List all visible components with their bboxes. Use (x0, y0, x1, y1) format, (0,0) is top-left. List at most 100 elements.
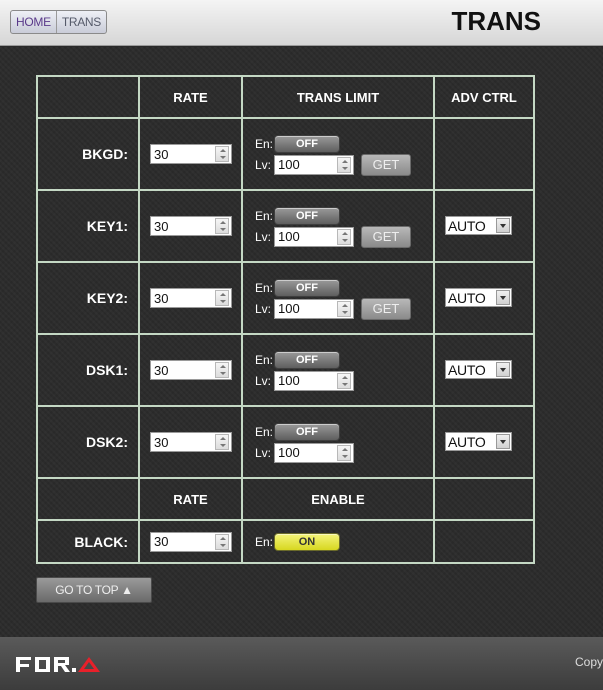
go-to-top-button[interactable]: GO TO TOP ▲ (36, 577, 152, 603)
row-label: DSK1: (36, 333, 140, 407)
enable-toggle[interactable]: OFF (274, 206, 340, 225)
lv-label: Lv: (255, 301, 272, 316)
spinner-arrows-icon[interactable] (215, 290, 229, 306)
adv-ctrl-cell (433, 117, 535, 191)
level-value: 100 (278, 445, 300, 460)
rate-spinner[interactable]: 30 (150, 288, 232, 308)
rate-spinner[interactable]: 30 (150, 531, 232, 552)
adv-ctrl-select[interactable]: AUTO (445, 216, 512, 236)
enable-toggle[interactable]: OFF (274, 422, 340, 441)
adv-ctrl-cell: AUTO (433, 261, 535, 335)
level-spinner[interactable]: 100 (274, 442, 354, 463)
header-rate: RATE (138, 75, 243, 119)
trans-limit-cell: En: OFF Lv: 100 (241, 333, 435, 407)
rate-cell: 30 (138, 333, 243, 407)
rate-spinner[interactable]: 30 (150, 432, 232, 452)
en-label: En: (255, 136, 274, 151)
header-bar: HOME TRANS TRANS (0, 0, 603, 46)
adv-ctrl-select[interactable]: AUTO (445, 360, 512, 380)
adv-ctrl-select[interactable]: AUTO (445, 432, 512, 452)
get-button[interactable]: GET (361, 225, 411, 248)
rate-value: 30 (154, 534, 169, 549)
table-header-row-2: RATE ENABLE (36, 477, 535, 521)
rate-cell: 30 (138, 519, 243, 564)
lv-label: Lv: (255, 157, 272, 172)
page-title: TRANS (451, 6, 541, 36)
chevron-down-icon[interactable] (496, 218, 510, 234)
spinner-arrows-icon[interactable] (337, 228, 351, 245)
en-label: En: (255, 280, 274, 295)
enable-toggle[interactable]: OFF (274, 350, 340, 369)
for-a-logo (16, 657, 100, 672)
chevron-down-icon[interactable] (496, 362, 510, 378)
header2-empty-right (433, 477, 535, 521)
chevron-down-icon[interactable] (496, 290, 510, 306)
table-row-black: BLACK: 30 En: ON (36, 519, 535, 564)
rate-spinner[interactable]: 30 (150, 360, 232, 380)
table-header-row: RATE TRANS LIMIT ADV CTRL (36, 75, 535, 119)
rate-value: 30 (154, 218, 169, 234)
trans-limit-cell: En: OFF Lv: 100 GET (241, 117, 435, 191)
breadcrumb: HOME TRANS (10, 10, 107, 34)
spinner-arrows-icon[interactable] (215, 362, 229, 378)
level-spinner[interactable]: 100 (274, 370, 354, 391)
en-label: En: (255, 352, 274, 367)
table-row-key1: KEY1: 30 En: OFF Lv: 100 GET AUTO (36, 189, 535, 263)
chevron-down-icon[interactable] (496, 434, 510, 450)
black-enable-toggle[interactable]: ON (274, 532, 340, 551)
header2-enable: ENABLE (241, 477, 435, 521)
adv-ctrl-value: AUTO (448, 289, 486, 306)
spinner-arrows-icon[interactable] (215, 146, 229, 162)
row-label: BLACK: (36, 519, 140, 564)
table-row-key2: KEY2: 30 En: OFF Lv: 100 GET AUTO (36, 261, 535, 335)
rate-cell: 30 (138, 189, 243, 263)
lv-label: Lv: (255, 445, 272, 460)
spinner-arrows-icon[interactable] (215, 218, 229, 234)
header-trans-limit: TRANS LIMIT (241, 75, 435, 119)
rate-spinner[interactable]: 30 (150, 216, 232, 236)
get-button[interactable]: GET (361, 153, 411, 176)
spinner-arrows-icon[interactable] (215, 434, 229, 450)
spinner-arrows-icon[interactable] (337, 300, 351, 317)
adv-ctrl-value: AUTO (448, 433, 486, 450)
row-label: BKGD: (36, 117, 140, 191)
get-button[interactable]: GET (361, 297, 411, 320)
trans-limit-cell: En: OFF Lv: 100 GET (241, 261, 435, 335)
row-label: KEY1: (36, 189, 140, 263)
spinner-arrows-icon[interactable] (337, 444, 351, 461)
adv-ctrl-cell: AUTO (433, 333, 535, 407)
level-spinner[interactable]: 100 (274, 298, 354, 319)
breadcrumb-home-link[interactable]: HOME (11, 11, 56, 33)
en-label: En: (255, 424, 274, 439)
enable-cell: En: ON (241, 519, 435, 564)
rate-cell: 30 (138, 405, 243, 479)
trans-table: RATE TRANS LIMIT ADV CTRL BKGD: 30 En: O… (36, 75, 535, 564)
rate-spinner[interactable]: 30 (150, 144, 232, 164)
level-value: 100 (278, 373, 300, 388)
enable-toggle[interactable]: OFF (274, 278, 340, 297)
lv-label: Lv: (255, 229, 272, 244)
level-value: 100 (278, 229, 300, 244)
header2-empty (36, 477, 140, 521)
spinner-arrows-icon[interactable] (337, 156, 351, 173)
level-spinner[interactable]: 100 (274, 154, 354, 175)
trans-limit-cell: En: OFF Lv: 100 (241, 405, 435, 479)
rate-cell: 30 (138, 117, 243, 191)
level-spinner[interactable]: 100 (274, 226, 354, 247)
trans-limit-cell: En: OFF Lv: 100 GET (241, 189, 435, 263)
table-row-dsk2: DSK2: 30 En: OFF Lv: 100 AUTO (36, 405, 535, 479)
empty-cell (433, 519, 535, 564)
spinner-arrows-icon[interactable] (337, 372, 351, 389)
main-content: RATE TRANS LIMIT ADV CTRL BKGD: 30 En: O… (0, 47, 603, 637)
rate-value: 30 (154, 146, 169, 162)
rate-value: 30 (154, 290, 169, 306)
adv-ctrl-value: AUTO (448, 217, 486, 234)
rate-value: 30 (154, 362, 169, 378)
en-label: En: (255, 534, 274, 549)
en-label: En: (255, 208, 274, 223)
breadcrumb-trans-link[interactable]: TRANS (55, 11, 106, 33)
spinner-arrows-icon[interactable] (215, 533, 229, 550)
row-label: KEY2: (36, 261, 140, 335)
adv-ctrl-select[interactable]: AUTO (445, 288, 512, 308)
enable-toggle[interactable]: OFF (274, 134, 340, 153)
